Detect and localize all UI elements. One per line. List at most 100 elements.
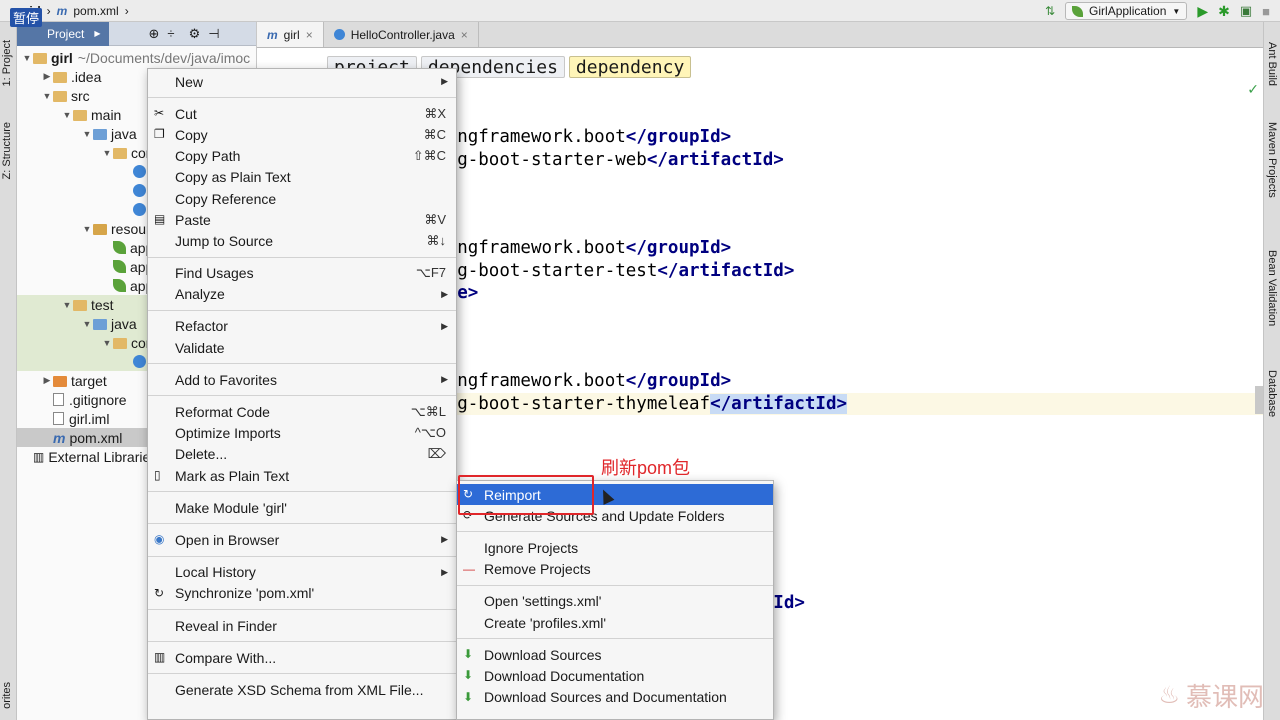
menu-item-refactor[interactable]: Refactor ▶	[148, 316, 456, 337]
source-folder-icon	[93, 129, 107, 140]
menu-item-delete[interactable]: Delete... ⌦	[148, 444, 456, 465]
menu-item-compare-with[interactable]: ▥ Compare With...	[148, 647, 456, 668]
menu-separator	[148, 491, 456, 493]
bean-validation-tool-button[interactable]: Bean Validation	[1266, 250, 1278, 326]
menu-item-download-sources-and-documentation[interactable]: ⬇ Download Sources and Documentation	[457, 687, 773, 708]
run-configuration-select[interactable]: GirlApplication ▼	[1065, 2, 1188, 20]
chevron-right-icon[interactable]: ▶	[41, 375, 53, 386]
compare-icon: ▥	[154, 650, 166, 665]
chevron-down-icon[interactable]: ▼	[21, 53, 33, 63]
menu-item-ignore-projects[interactable]: Ignore Projects	[457, 537, 773, 558]
ant-build-tool-button[interactable]: Ant Build	[1266, 42, 1278, 86]
tree-item[interactable]: ▼ girl ~/Documents/dev/java/imoc	[17, 48, 256, 67]
xml-crumb-dependency[interactable]: dependency	[568, 56, 692, 78]
structure-tool-button[interactable]: Z: Structure	[1, 122, 13, 179]
tree-item-label: target	[71, 372, 107, 389]
scrollbar-thumb[interactable]	[1255, 386, 1263, 414]
close-icon[interactable]: ×	[461, 28, 468, 42]
menu-item-paste[interactable]: ▤ Paste ⌘V	[148, 209, 456, 230]
menu-item-reveal-in-finder[interactable]: Reveal in Finder	[148, 615, 456, 636]
chevron-down-icon[interactable]: ▼	[81, 319, 93, 329]
tab-pom-girl[interactable]: m girl ×	[257, 22, 324, 47]
chevron-down-icon[interactable]: ▼	[81, 224, 93, 234]
menu-item-download-sources[interactable]: ⬇ Download Sources	[457, 644, 773, 665]
file-icon	[53, 393, 64, 406]
menu-item-label: Synchronize 'pom.xml'	[175, 585, 315, 602]
build-icon[interactable]: ⇅	[1045, 4, 1055, 18]
menu-item-open-in-browser[interactable]: ◉ Open in Browser ▶	[148, 529, 456, 550]
coverage-icon[interactable]: ▣	[1240, 3, 1252, 19]
menu-item-copy[interactable]: ❐ Copy ⌘C	[148, 124, 456, 145]
project-tool-button[interactable]: 1: Project	[1, 40, 13, 86]
tree-item-label: External Libraries	[48, 448, 158, 465]
menu-item-find-usages[interactable]: Find Usages ⌥F7	[148, 263, 456, 284]
menu-item-open-settings-xml[interactable]: Open 'settings.xml'	[457, 591, 773, 612]
menu-item-shortcut: ⌘X	[424, 105, 446, 121]
tree-item-label: .idea	[71, 68, 102, 85]
chevron-right-icon[interactable]: ▶	[41, 71, 53, 82]
tab-hello-controller[interactable]: HelloController.java ×	[324, 22, 479, 47]
menu-item-copy-as-plain-text[interactable]: Copy as Plain Text	[148, 167, 456, 188]
menu-item-add-to-favorites[interactable]: Add to Favorites ▶	[148, 369, 456, 390]
breadcrumb-file[interactable]: pom.xml	[73, 4, 118, 18]
left-tool-strip: 1: Project Z: Structure orites	[0, 22, 17, 720]
submenu-arrow-icon: ▶	[441, 534, 448, 545]
tree-item-path: ~/Documents/dev/java/imoc	[77, 49, 251, 66]
menu-item-label: Remove Projects	[484, 561, 591, 578]
chevron-down-icon[interactable]: ▼	[61, 110, 73, 120]
menu-item-jump-to-source[interactable]: Jump to Source ⌘↓	[148, 230, 456, 251]
scissors-icon: ✂	[154, 106, 165, 121]
debug-icon[interactable]: ✱	[1218, 3, 1230, 20]
navigation-bar: girl › m pom.xml › ⇅ GirlApplication ▼ ▶…	[0, 0, 1280, 22]
close-icon[interactable]: ×	[306, 28, 313, 42]
hide-icon[interactable]: ⊣	[208, 26, 219, 42]
chevron-down-icon[interactable]: ▼	[61, 300, 73, 310]
maven-projects-tool-button[interactable]: Maven Projects	[1266, 122, 1278, 198]
chevron-down-icon[interactable]: ▼	[81, 129, 93, 139]
menu-item-label: New	[175, 73, 204, 90]
menu-item-validate[interactable]: Validate	[148, 337, 456, 358]
menu-item-generate-sources-and-update-folders[interactable]: ⟳ Generate Sources and Update Folders	[457, 505, 773, 526]
menu-item-shortcut: ⇧⌘C	[412, 148, 446, 164]
run-icon[interactable]: ▶	[1197, 3, 1208, 20]
menu-item-label: Add to Favorites	[175, 371, 277, 388]
favorites-tool-button[interactable]: orites	[1, 682, 13, 709]
menu-item-label: Optimize Imports	[175, 425, 281, 442]
submenu-arrow-icon: ▶	[441, 76, 448, 87]
menu-item-cut[interactable]: ✂ Cut ⌘X	[148, 103, 456, 124]
menu-item-remove-projects[interactable]: — Remove Projects	[457, 559, 773, 580]
menu-item-local-history[interactable]: Local History ▶	[148, 562, 456, 583]
chevron-down-icon[interactable]: ▼	[101, 338, 113, 348]
menu-item-make-module-girl[interactable]: Make Module 'girl'	[148, 497, 456, 518]
menu-item-label: Paste	[175, 211, 211, 228]
menu-item-optimize-imports[interactable]: Optimize Imports ^⌥O	[148, 423, 456, 444]
chevron-right-icon: ›	[46, 3, 51, 18]
menu-item-label: Jump to Source	[175, 232, 274, 249]
spring-leaf-icon	[1072, 5, 1084, 17]
menu-item-download-documentation[interactable]: ⬇ Download Documentation	[457, 665, 773, 686]
copy-icon: ❐	[154, 127, 165, 142]
menu-item-analyze[interactable]: Analyze ▶	[148, 284, 456, 305]
maven-icon: m	[56, 3, 68, 18]
menu-item-mark-as-plain-text[interactable]: ▯ Mark as Plain Text	[148, 465, 456, 486]
chevron-down-icon[interactable]: ▼	[41, 91, 53, 101]
menu-item-copy-reference[interactable]: Copy Reference	[148, 188, 456, 209]
chevron-down-icon: ▼	[1172, 6, 1181, 16]
package-icon	[113, 148, 127, 159]
menu-item-synchronize-pom-xml[interactable]: ↻ Synchronize 'pom.xml'	[148, 583, 456, 604]
submenu-arrow-icon: ▶	[441, 374, 448, 385]
folder-icon	[53, 91, 67, 102]
stop-icon[interactable]: ■	[1262, 4, 1270, 19]
collapse-icon[interactable]: ÷	[167, 26, 174, 41]
menu-item-copy-path[interactable]: Copy Path ⇧⌘C	[148, 146, 456, 167]
menu-item-reimport[interactable]: ↻ Reimport	[457, 484, 773, 506]
chevron-down-icon[interactable]: ▼	[101, 148, 113, 158]
menu-item-reformat-code[interactable]: Reformat Code ⌥⌘L	[148, 401, 456, 422]
menu-separator	[457, 638, 773, 640]
database-tool-button[interactable]: Database	[1266, 370, 1278, 417]
sync-icon[interactable]: ⊕	[149, 26, 160, 42]
gear-icon[interactable]: ⚙	[189, 26, 201, 42]
menu-item-create-profiles-xml[interactable]: Create 'profiles.xml'	[457, 612, 773, 633]
menu-item-new[interactable]: New ▶	[148, 71, 456, 92]
menu-item-generate-xsd-schema-from-xml-file[interactable]: Generate XSD Schema from XML File...	[148, 679, 456, 700]
